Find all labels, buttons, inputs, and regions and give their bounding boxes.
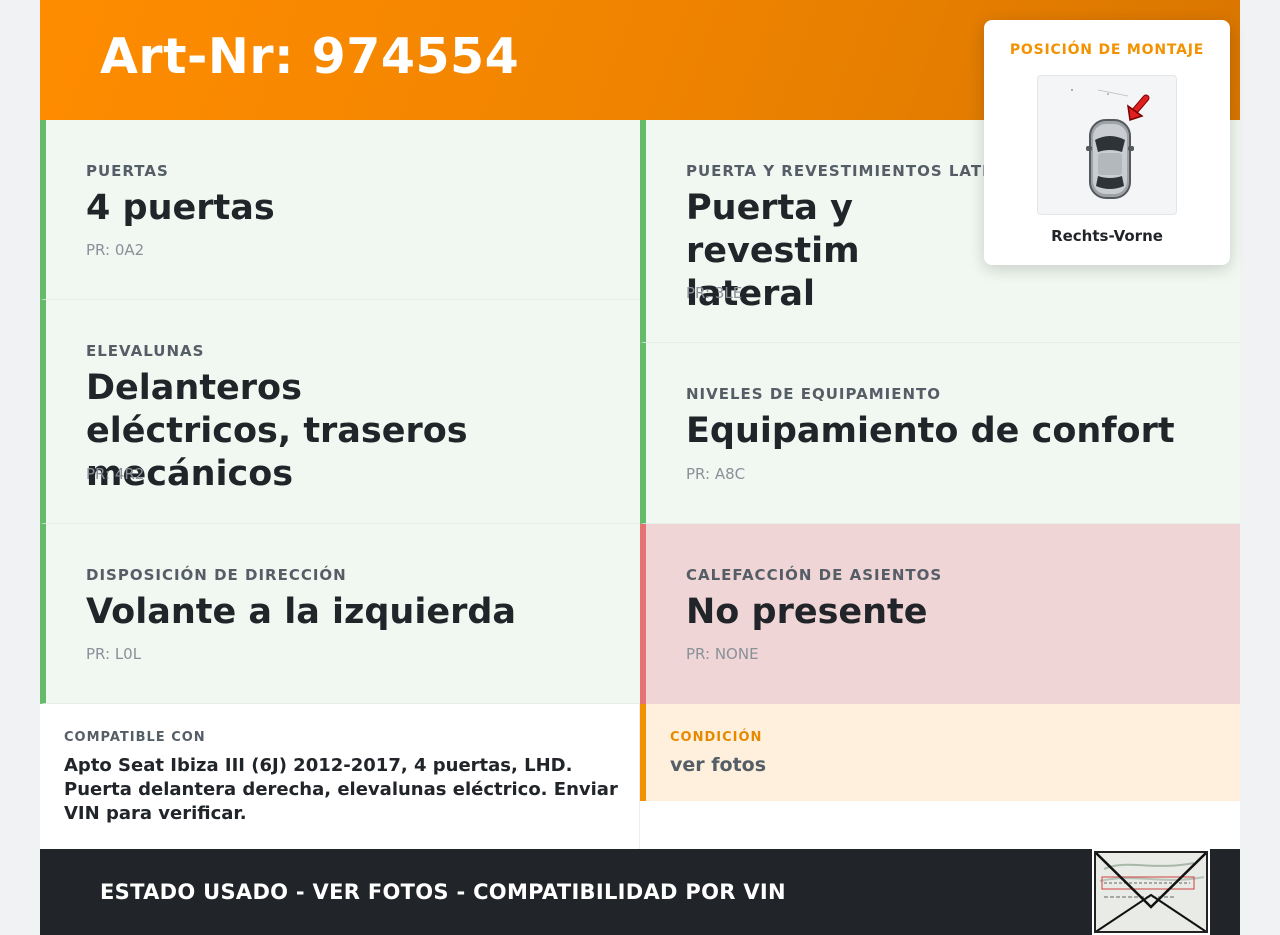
spec-cell-steering: DISPOSICIÓN DE DIRECCIÓN Volante a la iz… [40,524,640,704]
spec-label: CALEFACCIÓN DE ASIENTOS [686,566,943,584]
spec-pr-code: PR: 3LE [686,284,743,302]
spec-value: 4 puertas [86,188,275,228]
condition-panel: CONDICIÓN ver fotos [640,704,1240,801]
spec-label: PUERTAS [86,162,169,180]
footer-status-text: ESTADO USADO - VER FOTOS - COMPATIBILIDA… [100,880,786,904]
status-footer: ESTADO USADO - VER FOTOS - COMPATIBILIDA… [40,849,1240,935]
spec-cell-equipment-level: NIVELES DE EQUIPAMIENTO Equipamiento de … [640,343,1240,524]
spec-label: ELEVALUNAS [86,342,205,360]
spec-value: No presente [686,592,928,632]
spec-label: NIVELES DE EQUIPAMIENTO [686,385,942,403]
spec-cell-doors: PUERTAS 4 puertas PR: 0A2 [40,120,640,300]
spec-label: DISPOSICIÓN DE DIRECCIÓN [86,566,347,584]
registration-document-icon[interactable] [1092,849,1210,935]
article-page: Art-Nr: 974554 PUERTAS 4 puertas PR: 0A2… [40,0,1240,935]
compatibility-label: COMPATIBLE CON [64,730,206,745]
spec-value: Equipamiento de confort [686,411,1175,451]
article-number-title: Art-Nr: 974554 [100,28,520,85]
mount-position-card: POSICIÓN DE MONTAJE Rechts-Vorne [984,20,1230,265]
spec-pr-code: PR: L0L [86,645,142,663]
spec-value: Volante a la izquierda [86,592,517,632]
condition-label: CONDICIÓN [670,730,763,745]
car-top-view-icon [1037,75,1177,215]
spec-cell-seat-heating: CALEFACCIÓN DE ASIENTOS No presente PR: … [640,524,1240,704]
spec-pr-code: PR: NONE [686,645,759,663]
mount-position-title: POSICIÓN DE MONTAJE [1009,42,1205,58]
compatibility-text: Apto Seat Ibiza III (6J) 2012-2017, 4 pu… [64,755,618,824]
spec-cell-window-lifters: ELEVALUNAS Delanteros eléctricos, traser… [40,300,640,524]
spec-label: PUERTA Y REVESTIMIENTOS LATER [686,162,1006,180]
compatibility-panel: COMPATIBLE CON Apto Seat Ibiza III (6J) … [40,704,640,849]
spec-value: Delanteros eléctricos, traseros mecánico… [86,368,468,494]
spec-pr-code: PR: 0A2 [86,241,145,259]
mount-position-label: Rechts-Vorne [1051,227,1163,245]
spec-pr-code: PR: A8C [686,465,746,483]
condition-text: ver fotos [670,754,767,776]
spec-pr-code: PR: 4R2 [86,465,145,483]
